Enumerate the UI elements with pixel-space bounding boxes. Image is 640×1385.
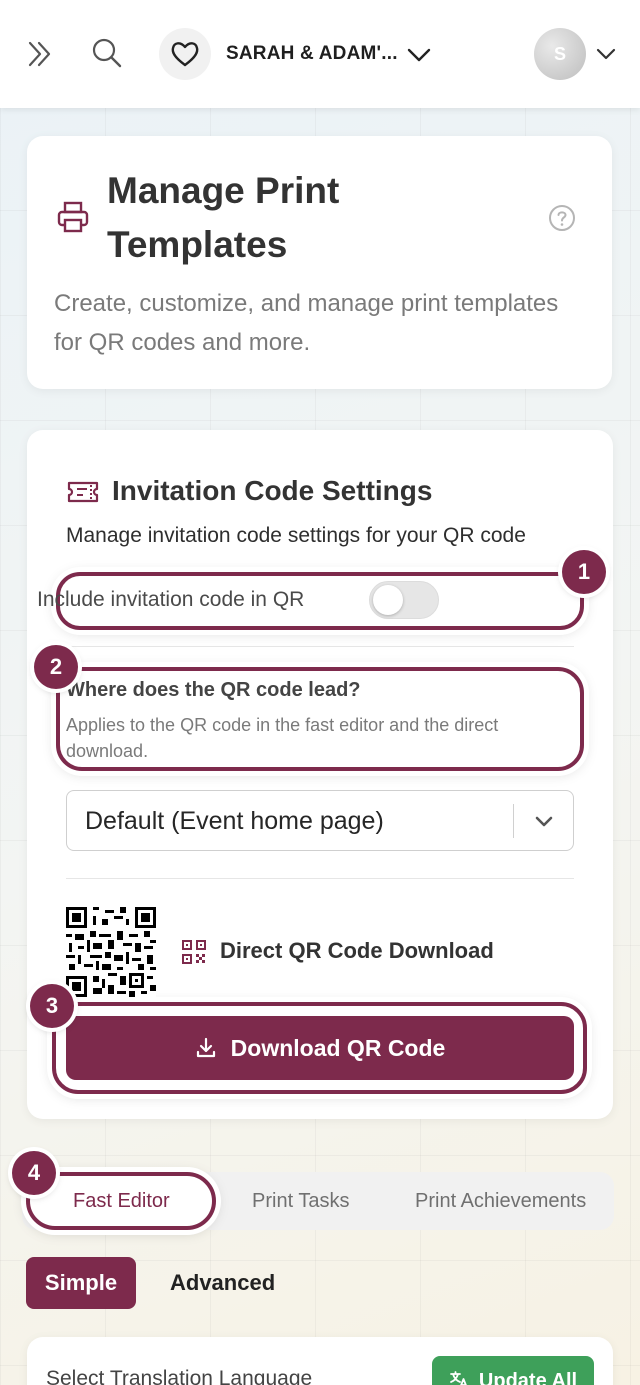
tab-fast-editor-label[interactable]: Fast Editor [73, 1190, 170, 1213]
qr-code-icon [181, 939, 207, 970]
section-subtitle: Manage invitation code settings for your… [66, 524, 526, 547]
qr-destination-select[interactable]: Default (Event home page) [66, 790, 574, 851]
chevron-down-icon[interactable] [533, 811, 555, 838]
step-badge-1: 1 [562, 550, 606, 594]
qr-code-preview [66, 907, 156, 997]
divider [66, 878, 574, 879]
divider [66, 646, 574, 647]
translation-card: Select Translation Language Update All [27, 1337, 613, 1385]
intro-card: Manage Print Templates Create, customize… [27, 136, 612, 389]
include-code-label: Include invitation code in QR [37, 588, 305, 611]
download-icon [196, 1037, 215, 1058]
chevron-down-icon[interactable] [404, 40, 434, 75]
top-bar: SARAH & ADAM'... S [0, 0, 640, 108]
heart-icon [171, 42, 199, 67]
event-heart-button[interactable] [159, 28, 211, 80]
download-qr-label: Download QR Code [230, 1034, 446, 1061]
select-value: Default (Event home page) [85, 807, 384, 835]
event-name[interactable]: SARAH & ADAM'... [226, 43, 398, 65]
tab-print-achievements[interactable]: Print Achievements [415, 1190, 586, 1213]
mode-advanced-button[interactable]: Advanced [170, 1270, 275, 1296]
update-all-button[interactable]: Update All [432, 1356, 594, 1385]
update-all-label: Update All [478, 1370, 578, 1385]
chevron-down-icon[interactable] [594, 42, 618, 71]
step-badge-2: 2 [34, 645, 78, 689]
step-badge-3: 3 [30, 984, 74, 1028]
page-subtitle: Create, customize, and manage print temp… [54, 290, 559, 356]
include-code-toggle[interactable] [369, 581, 439, 619]
section-title: Invitation Code Settings [112, 475, 433, 506]
tab-print-tasks[interactable]: Print Tasks [252, 1190, 349, 1213]
translation-language-label: Select Translation Language [46, 1367, 313, 1385]
ticket-icon [67, 480, 99, 509]
translate-icon [450, 1371, 467, 1385]
qr-destination-description: Applies to the QR code in the fast edito… [66, 715, 499, 761]
avatar[interactable]: S [534, 28, 586, 80]
toggle-knob [373, 585, 403, 615]
double-chevron-right-icon[interactable] [24, 38, 56, 75]
select-separator [513, 804, 514, 838]
page-title: Manage Print Templates [107, 170, 340, 265]
help-icon[interactable] [548, 204, 576, 237]
search-icon[interactable] [90, 36, 124, 75]
printer-icon [55, 199, 91, 240]
direct-download-title: Direct QR Code Download [220, 938, 494, 963]
step-badge-4: 4 [12, 1151, 56, 1195]
qr-destination-title: Where does the QR code lead? [66, 679, 361, 701]
download-qr-button[interactable]: Download QR Code [66, 1016, 574, 1080]
mode-simple-button[interactable]: Simple [26, 1257, 136, 1309]
